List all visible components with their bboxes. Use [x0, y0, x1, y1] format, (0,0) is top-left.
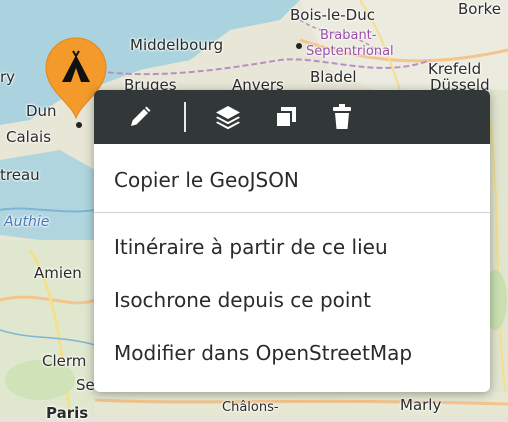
edit-button[interactable]	[120, 90, 160, 144]
isochrone-menu-item[interactable]: Isochrone depuis ce point	[114, 288, 371, 312]
map-label-montreuil: treau	[0, 166, 40, 184]
map-label-authie: Authie	[4, 214, 50, 230]
map-city-dot	[296, 43, 302, 49]
map-label-septentrional: Septentrional	[306, 44, 394, 59]
map-label-clermont: Clerm	[42, 352, 87, 370]
map-label-calais: Calais	[6, 128, 52, 146]
layers-icon	[216, 106, 240, 130]
map-label-middelbourg: Middelbourg	[130, 36, 224, 54]
route-from-here-menu-item[interactable]: Itinéraire à partir de ce lieu	[114, 235, 388, 259]
map-label-paris: Paris	[46, 404, 89, 422]
map-label-brabant: Brabant-	[320, 28, 377, 43]
copy-geojson-menu-item[interactable]: Copier le GeoJSON	[114, 168, 299, 192]
trash-icon	[333, 104, 351, 129]
popup-toolbar	[94, 90, 490, 144]
pencil-icon	[131, 106, 151, 126]
map-label-se: Se	[76, 376, 95, 394]
duplicate-button[interactable]	[266, 90, 306, 144]
map-city-dot	[76, 122, 82, 128]
edit-in-osm-menu-item[interactable]: Modifier dans OpenStreetMap	[114, 341, 412, 365]
delete-button[interactable]	[322, 90, 362, 144]
context-popup: Copier le GeoJSON Itinéraire à partir de…	[94, 90, 490, 392]
map-label-marly: Marly	[400, 396, 442, 414]
map-label-chalons: Châlons-	[222, 400, 279, 415]
map-label-ry: ry	[0, 68, 16, 86]
menu-divider	[94, 212, 490, 213]
map-label-borkel: Borke	[458, 0, 502, 18]
layers-button[interactable]	[208, 90, 248, 144]
map-label-amiens: Amien	[34, 264, 82, 282]
map-label-bois-le-duc: Bois-le-Duc	[290, 6, 375, 24]
toolbar-divider	[184, 102, 186, 132]
copy-icon	[275, 107, 296, 128]
map-label-bladel: Bladel	[310, 68, 357, 86]
